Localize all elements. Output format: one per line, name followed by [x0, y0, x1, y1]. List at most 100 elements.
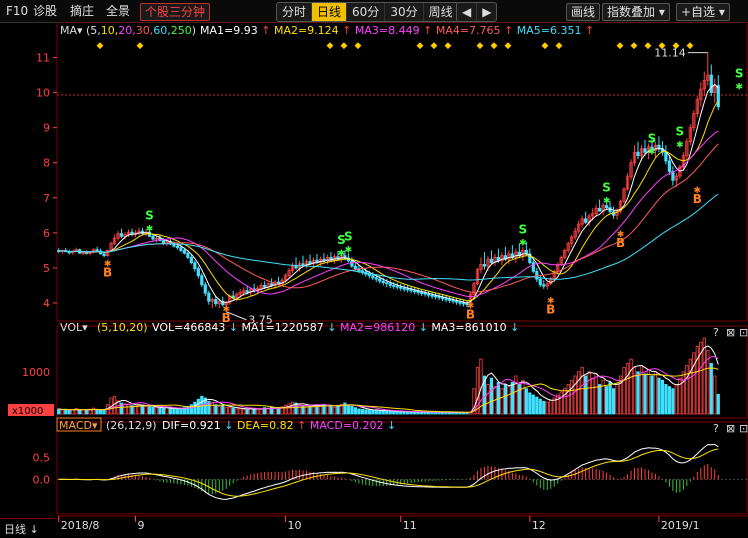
candle-body — [427, 293, 431, 296]
candle-body — [430, 294, 434, 297]
candle-body — [374, 277, 378, 280]
volume-bar — [559, 391, 563, 415]
vol-legend-label[interactable]: VOL▾ — [60, 321, 88, 334]
volume-bar — [154, 407, 159, 415]
panel-control-icon[interactable]: ⊡ — [739, 422, 748, 435]
volume-bar — [413, 411, 417, 415]
event-diamond-icon: ◆ — [431, 41, 438, 51]
next-arrow-icon[interactable]: ▶ — [477, 3, 496, 21]
volume-bar — [594, 373, 598, 415]
panel-control-icon[interactable]: ? — [713, 422, 719, 435]
volume-bar — [664, 384, 668, 415]
prev-arrow-icon[interactable]: ◀ — [457, 3, 478, 21]
candle-body — [308, 261, 312, 265]
volume-bar — [542, 400, 546, 415]
candle-body — [538, 278, 542, 286]
draw-line-button[interactable]: 画线 — [566, 3, 601, 21]
period-tab-1[interactable]: 日线 — [312, 3, 348, 21]
volume-bar — [643, 373, 647, 415]
macd-tick-label: 0.0 — [33, 473, 51, 486]
price-tick-label: 11 — [36, 52, 50, 65]
bottom-period-box[interactable]: 日线 ↓ — [0, 518, 56, 538]
volume-bar — [556, 394, 560, 415]
candle-body — [657, 144, 661, 150]
period-tab-2[interactable]: 60分 — [347, 3, 386, 21]
candle-body — [667, 160, 672, 172]
tool-three-minutes-button[interactable]: 个股三分钟 — [140, 3, 211, 21]
candle-body — [385, 282, 389, 285]
event-diamond-icon: ◆ — [477, 41, 484, 51]
ma30-line — [58, 143, 719, 293]
candle-body — [200, 275, 204, 286]
volume-bar — [224, 406, 228, 415]
price-tick-label: 10 — [36, 87, 50, 100]
volume-bar — [385, 410, 389, 415]
index-overlay-button[interactable]: 指数叠加 ▾ — [602, 3, 670, 21]
candle-body — [207, 292, 211, 302]
candle-body — [175, 245, 180, 248]
candle-body — [119, 233, 124, 237]
volume-bar — [521, 379, 525, 415]
legend-value: MA3=861010 — [428, 321, 510, 334]
ma-legend-label[interactable]: MA▾ — [60, 24, 83, 37]
candle-body — [489, 258, 494, 264]
nav-arrows: ◀ ▶ — [456, 2, 498, 22]
candle-body — [388, 283, 392, 286]
volume-bar — [325, 404, 330, 415]
volume-bar — [78, 409, 82, 415]
tool-zhaizhuang[interactable]: 摘庄 — [70, 3, 94, 19]
period-tab-0[interactable]: 分时 — [277, 3, 313, 21]
add-favorite-button[interactable]: +自选 ▾ — [676, 3, 730, 21]
candle-body — [636, 151, 640, 157]
tool-quanjing[interactable]: 全景 — [106, 3, 130, 19]
legend-arrow-icon: ↑ — [297, 419, 306, 432]
legend-value: MA1=1220587 — [238, 321, 327, 334]
volume-bar — [360, 408, 364, 415]
period-tab-3[interactable]: 30分 — [385, 3, 424, 21]
toolbar: F10 诊股 摘庄 全景 个股三分钟 分时 日线 60分 30分 周线 ▾ ◀ … — [0, 0, 748, 23]
volume-bar — [629, 358, 633, 415]
volume-bar — [503, 384, 508, 415]
panel-control-icon[interactable]: ⊠ — [726, 326, 735, 339]
volume-bar — [304, 405, 309, 415]
volume-bar — [168, 407, 173, 415]
candle-body — [399, 286, 403, 289]
volume-bar — [549, 400, 553, 415]
event-diamond-icon: ◆ — [542, 41, 549, 51]
bottom-period-label[interactable]: 日线 ↓ — [4, 521, 39, 537]
volume-bar — [332, 406, 337, 415]
panel-control-icon[interactable]: ? — [713, 326, 719, 339]
sell-signal: S — [602, 181, 611, 195]
volume-bar — [221, 405, 225, 415]
legend-arrow-icon: ↓ — [387, 419, 396, 432]
legend-value: MA4=7.765 — [432, 24, 504, 37]
volume-bar — [531, 394, 535, 415]
candle-body — [709, 74, 713, 93]
event-diamond-icon: ◆ — [617, 41, 624, 51]
vol-unit-label: x1000 — [12, 406, 43, 417]
legend-arrow-icon: ↑ — [261, 24, 270, 37]
volume-bar — [681, 371, 685, 415]
panel-control-icon[interactable]: ⊠ — [726, 422, 735, 435]
legend-arrow-icon: ↑ — [342, 24, 351, 37]
tool-zhengu[interactable]: 诊股 — [33, 3, 57, 19]
date-tick-label: 10 — [288, 519, 302, 532]
event-diamond-icon: ◆ — [505, 41, 512, 51]
candle-body — [85, 252, 89, 254]
kline-chart[interactable]: x1000 11.143.75B✱S✱B✱S✱S✱B✱S✱B✱S✱B✱S✱S✱B… — [0, 22, 748, 537]
candle-body — [664, 151, 668, 162]
volume-bar — [98, 410, 103, 415]
sell-signal: S — [337, 233, 346, 247]
candle-body — [245, 290, 249, 293]
signal-marker-icon: ✱ — [467, 302, 475, 312]
ma20-line — [58, 130, 719, 298]
ma-legend-values: MA1=9.93 ↑ MA2=9.124 ↑ MA3=8.449 ↑ MA4=7… — [200, 24, 594, 37]
macd-legend-label[interactable]: MACD▾ — [59, 419, 98, 432]
candle-body — [444, 298, 448, 301]
panel-control-icon[interactable]: ⊡ — [739, 326, 748, 339]
volume-bar — [238, 408, 242, 415]
signal-marker-icon: ✱ — [603, 197, 611, 207]
candle-body — [189, 256, 193, 264]
candle-body — [420, 292, 424, 294]
tool-f10[interactable]: F10 — [6, 3, 28, 19]
